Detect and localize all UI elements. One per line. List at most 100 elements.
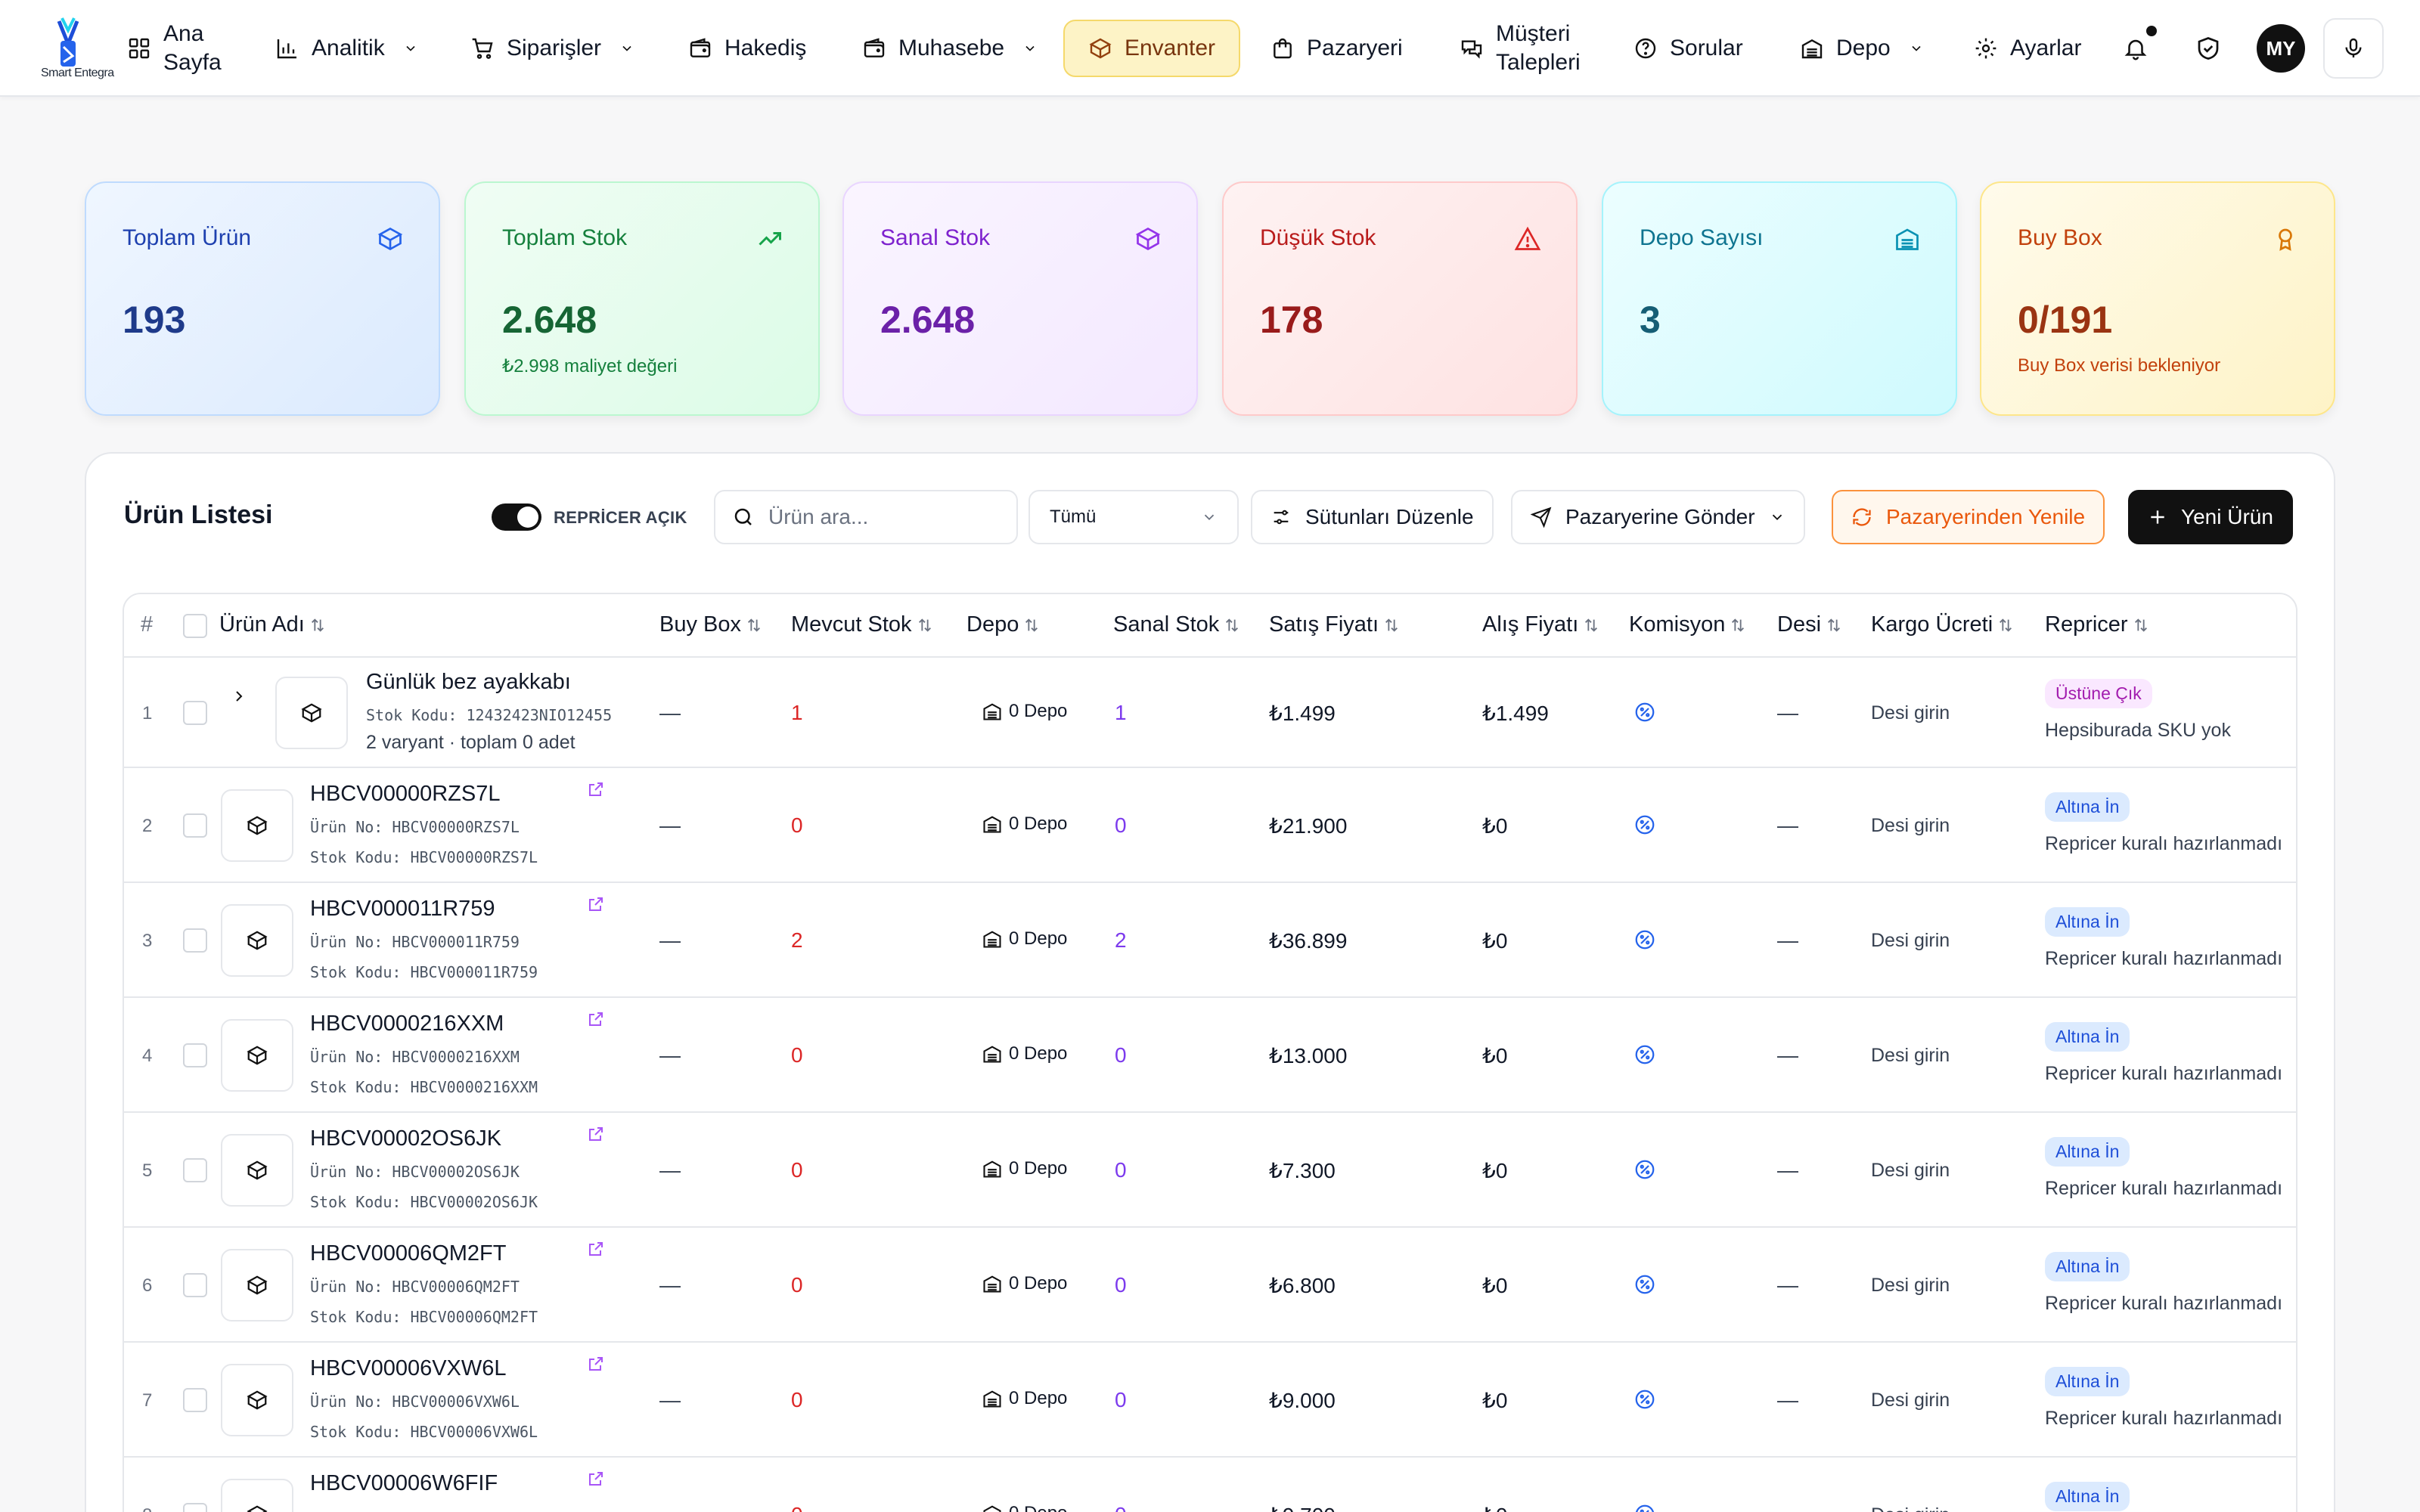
row-checkbox[interactable]	[183, 701, 207, 725]
cargo-input-hint[interactable]: Desi girin	[1871, 1390, 1950, 1411]
depo-count[interactable]: 0 Depo	[982, 928, 1067, 950]
table-row[interactable]: 7 HBCV00006VXW6L Ürün No: HBCV00006VXW6L St…	[124, 1343, 2296, 1458]
new-product-button[interactable]: Yeni Ürün	[2128, 490, 2293, 544]
security-button[interactable]	[2184, 24, 2232, 73]
row-checkbox[interactable]	[183, 1503, 207, 1512]
nav-item-sorular[interactable]: Sorular	[1618, 20, 1758, 77]
open-product-link[interactable]	[587, 1125, 605, 1147]
commission-button[interactable]	[1634, 928, 1656, 955]
cargo-input-hint[interactable]: Desi girin	[1871, 815, 1950, 837]
repricer-toggle[interactable]	[492, 503, 541, 531]
product-name[interactable]: HBCV00002OS6JK	[310, 1126, 501, 1151]
commission-button[interactable]	[1634, 1503, 1656, 1512]
open-product-link[interactable]	[587, 1240, 605, 1262]
cargo-input-hint[interactable]: Desi girin	[1871, 1504, 1950, 1512]
filter-select[interactable]: Tümü	[1028, 490, 1239, 544]
product-name[interactable]: HBCV00006VXW6L	[310, 1356, 507, 1381]
row-checkbox[interactable]	[183, 1273, 207, 1297]
nav-item-analitik[interactable]: Analitik	[260, 20, 433, 77]
table-row[interactable]: 8 HBCV00006W6FIF — 0 0 Depo 0 ₺9.700 ₺0 — Desi gi…	[124, 1458, 2296, 1512]
search-box[interactable]	[714, 490, 1018, 544]
send-to-marketplace-button[interactable]: Pazaryerine Gönder	[1511, 490, 1805, 544]
table-row[interactable]: 4 HBCV0000216XXM Ürün No: HBCV0000216XXM St…	[124, 998, 2296, 1113]
repricer-badge[interactable]: Altına İn	[2045, 1137, 2130, 1167]
product-name[interactable]: HBCV00006W6FIF	[310, 1471, 498, 1496]
nav-item-ana-sayfa[interactable]: Ana Sayfa	[112, 20, 247, 77]
row-checkbox[interactable]	[183, 1158, 207, 1182]
depo-count[interactable]: 0 Depo	[982, 1043, 1067, 1064]
refresh-from-marketplace-button[interactable]: Pazaryerinden Yenile	[1832, 490, 2105, 544]
column-header-buy-box[interactable]: Buy Box	[659, 612, 762, 637]
column-header-depo[interactable]: Depo	[966, 612, 1040, 637]
cargo-input-hint[interactable]: Desi girin	[1871, 702, 1950, 724]
product-name[interactable]: HBCV0000216XXM	[310, 1012, 504, 1036]
column-header-current-stock[interactable]: Mevcut Stok	[791, 612, 933, 637]
commission-button[interactable]	[1634, 701, 1656, 727]
sort-icon	[1385, 618, 1398, 632]
row-checkbox[interactable]	[183, 1388, 207, 1412]
row-checkbox[interactable]	[183, 928, 207, 953]
repricer-badge[interactable]: Altına İn	[2045, 1252, 2130, 1281]
open-product-link[interactable]	[587, 1470, 605, 1492]
product-name[interactable]: HBCV000011R759	[310, 897, 495, 922]
nav-item-siparisler[interactable]: Siparişler	[455, 20, 650, 77]
repricer-badge[interactable]: Altına İn	[2045, 1022, 2130, 1052]
column-header-sale-price[interactable]: Satış Fiyatı	[1269, 612, 1400, 637]
avatar[interactable]: MY	[2257, 24, 2305, 73]
product-name[interactable]: Günlük bez ayakkabı	[366, 670, 571, 695]
cargo-input-hint[interactable]: Desi girin	[1871, 930, 1950, 952]
depo-count[interactable]: 0 Depo	[982, 701, 1067, 722]
commission-button[interactable]	[1634, 1043, 1656, 1070]
column-header-virtual-stock[interactable]: Sanal Stok	[1113, 612, 1240, 637]
edit-columns-button[interactable]: Sütunları Düzenle	[1251, 490, 1494, 544]
open-product-link[interactable]	[587, 1355, 605, 1377]
search-input[interactable]	[768, 505, 995, 529]
open-product-link[interactable]	[587, 1010, 605, 1032]
column-header-product-name[interactable]: Ürün Adı	[219, 612, 326, 637]
column-header-purchase-price[interactable]: Alış Fiyatı	[1482, 612, 1599, 637]
depo-count[interactable]: 0 Depo	[982, 1503, 1067, 1512]
repricer-badge[interactable]: Üstüne Çık	[2045, 679, 2152, 708]
nav-item-envanter[interactable]: Envanter	[1063, 20, 1240, 77]
repricer-status: Repricer kuralı hazırlanmadı	[2045, 1293, 2283, 1314]
open-product-link[interactable]	[587, 895, 605, 917]
depo-count[interactable]: 0 Depo	[982, 813, 1067, 835]
depo-count[interactable]: 0 Depo	[982, 1388, 1067, 1409]
nav-item-pazaryeri[interactable]: Pazaryeri	[1255, 20, 1418, 77]
product-name[interactable]: HBCV00006QM2FT	[310, 1241, 507, 1266]
nav-item-ayarlar[interactable]: Ayarlar	[1959, 20, 2096, 77]
column-header-cargo[interactable]: Kargo Ücreti	[1871, 612, 2014, 637]
column-header-repricer[interactable]: Repricer	[2045, 612, 2149, 637]
column-header-commission[interactable]: Komisyon	[1629, 612, 1746, 637]
expand-button[interactable]	[230, 687, 248, 709]
row-checkbox[interactable]	[183, 1043, 207, 1067]
nav-item-musteri-talepleri[interactable]: Müşteri Talepleri	[1444, 20, 1609, 77]
nav-item-depo[interactable]: Depo	[1785, 20, 1939, 77]
open-product-link[interactable]	[587, 780, 605, 802]
commission-button[interactable]	[1634, 1273, 1656, 1300]
commission-button[interactable]	[1634, 813, 1656, 840]
table-row[interactable]: 3 HBCV000011R759 Ürün No: HBCV000011R759 St…	[124, 883, 2296, 998]
select-all-checkbox[interactable]	[183, 614, 207, 638]
commission-button[interactable]	[1634, 1388, 1656, 1414]
depo-count[interactable]: 0 Depo	[982, 1158, 1067, 1179]
table-row[interactable]: 1 Günlük bez ayakkabı Stok Kodu: 12432423N…	[124, 658, 2296, 768]
cargo-input-hint[interactable]: Desi girin	[1871, 1045, 1950, 1067]
table-row[interactable]: 5 HBCV00002OS6JK Ürün No: HBCV00002OS6JK St…	[124, 1113, 2296, 1228]
voice-button[interactable]	[2323, 18, 2384, 79]
product-name[interactable]: HBCV00000RZS7L	[310, 782, 500, 807]
repricer-badge[interactable]: Altına İn	[2045, 907, 2130, 937]
nav-item-muhasebe[interactable]: Muhasebe	[847, 20, 1053, 77]
table-row[interactable]: 6 HBCV00006QM2FT Ürün No: HBCV00006QM2FT St…	[124, 1228, 2296, 1343]
repricer-badge[interactable]: Altına İn	[2045, 1482, 2130, 1511]
cargo-input-hint[interactable]: Desi girin	[1871, 1275, 1950, 1297]
repricer-badge[interactable]: Altına İn	[2045, 1367, 2130, 1396]
row-checkbox[interactable]	[183, 813, 207, 838]
depo-count[interactable]: 0 Depo	[982, 1273, 1067, 1294]
column-header-desi[interactable]: Desi	[1777, 612, 1842, 637]
cargo-input-hint[interactable]: Desi girin	[1871, 1160, 1950, 1182]
repricer-badge[interactable]: Altına İn	[2045, 792, 2130, 822]
table-row[interactable]: 2 HBCV00000RZS7L Ürün No: HBCV00000RZS7L St…	[124, 768, 2296, 883]
nav-item-hakedis[interactable]: Hakediş	[673, 20, 821, 77]
commission-button[interactable]	[1634, 1158, 1656, 1185]
